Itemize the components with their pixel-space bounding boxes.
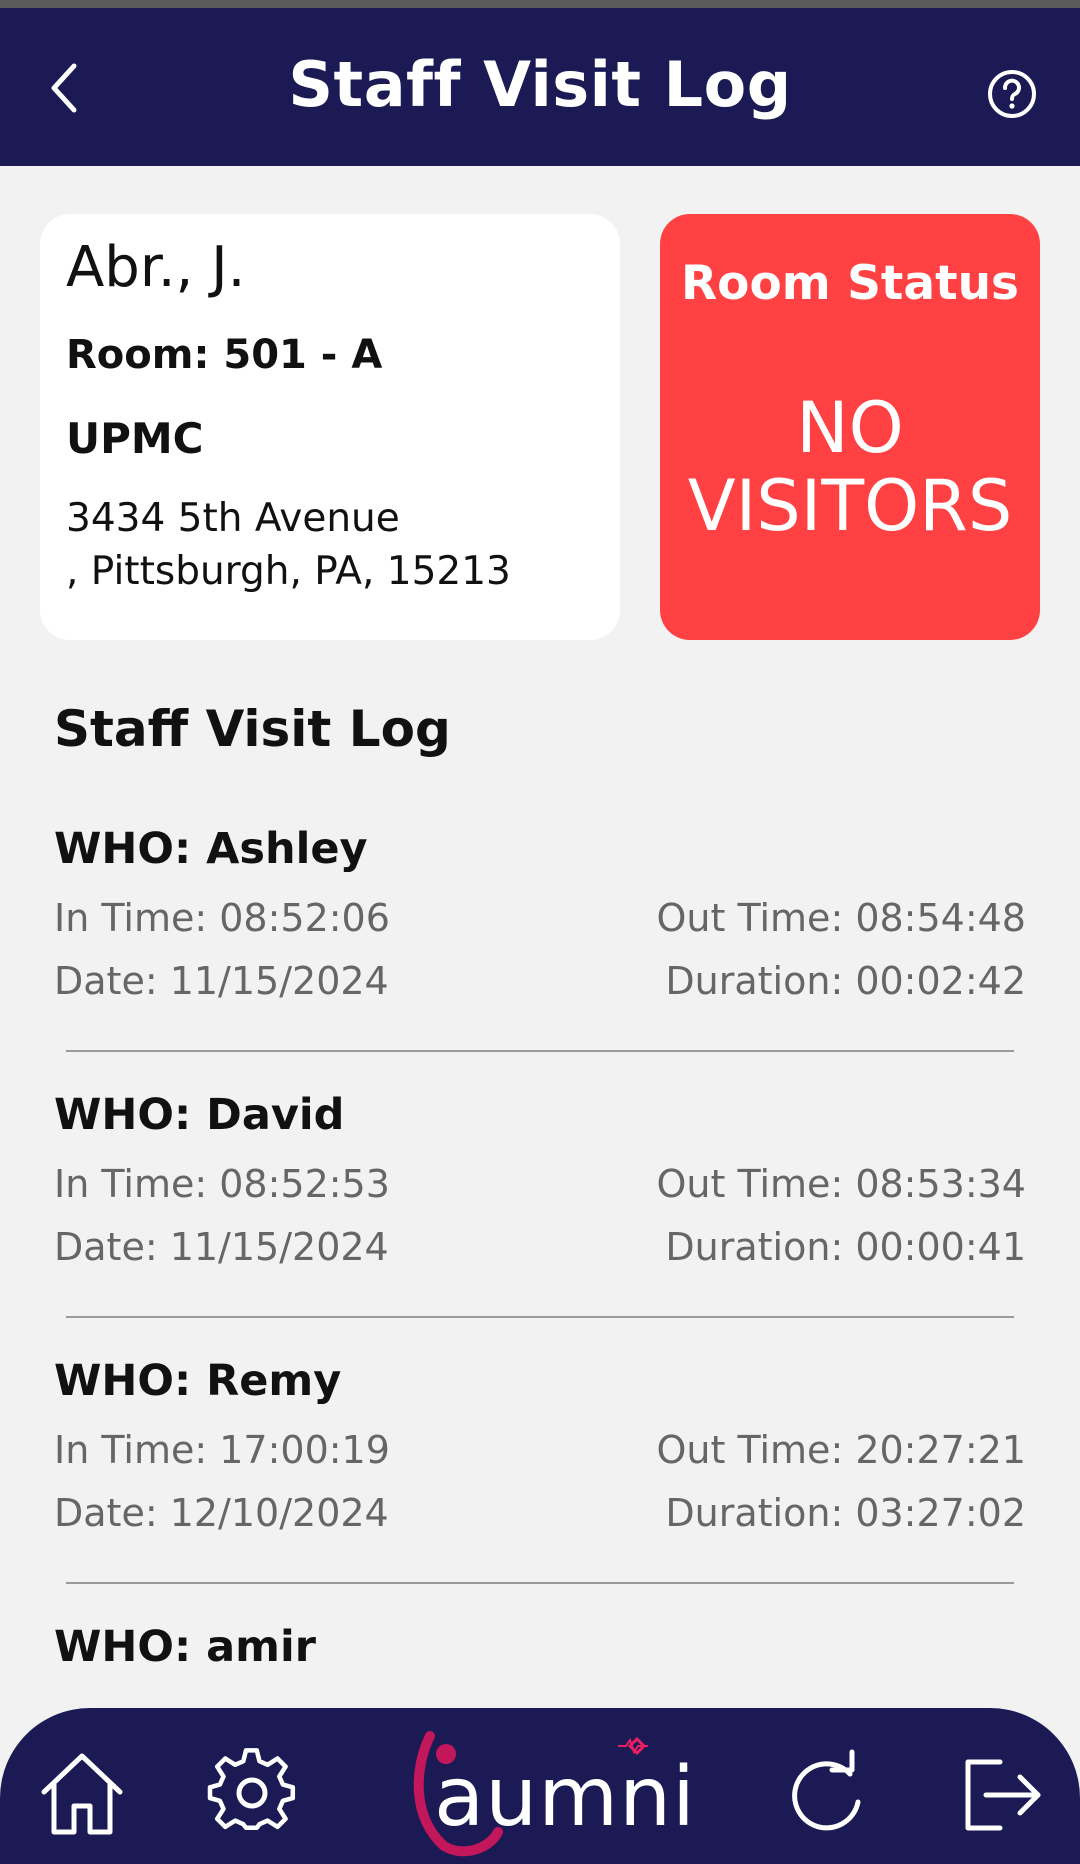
help-icon[interactable] [986,68,1038,120]
visit-who: WHO: amir [54,1622,316,1672]
visit-entry: WHO: David In Time: 08:52:53 Out Time: 0… [54,1086,1026,1352]
patient-name: Abr., J. [66,235,246,300]
visit-entry: WHO: Ashley In Time: 08:52:06 Out Time: … [54,820,1026,1086]
address-line-1: 3434 5th Avenue [66,496,400,541]
refresh-icon[interactable] [780,1748,872,1840]
aumni-logo: aumni [404,1728,695,1858]
visit-out-time: Out Time: 08:54:48 [656,896,1026,940]
visit-out-time: Out Time: 20:27:21 [656,1428,1026,1472]
visit-in-time: In Time: 17:00:19 [54,1428,390,1472]
divider [66,1316,1014,1318]
visit-date: Date: 11/15/2024 [54,1225,389,1269]
visit-in-time: In Time: 08:52:06 [54,896,390,940]
visit-who: WHO: Remy [54,1356,342,1406]
facility-name: UPMC [66,414,204,463]
logo-text: aumni [434,1750,696,1845]
divider [66,1582,1014,1584]
visit-duration: Duration: 00:02:42 [665,959,1026,1003]
visit-who: WHO: Ashley [54,824,368,874]
room-status-value-line-2: VISITORS [687,465,1013,548]
patient-room: Room: 501 - A [66,332,383,378]
bottom-navigation-bar: aumni [0,1708,1080,1864]
page-title: Staff Visit Log [288,48,792,121]
patient-info-card: Abr., J. Room: 501 - A UPMC 3434 5th Ave… [40,214,620,640]
room-status-label: Room Status [680,256,1020,311]
visit-entry: WHO: Remy In Time: 17:00:19 Out Time: 20… [54,1352,1026,1618]
section-title: Staff Visit Log [54,700,451,758]
logout-icon[interactable] [954,1748,1046,1840]
visit-duration: Duration: 00:00:41 [665,1225,1026,1269]
visit-date: Date: 11/15/2024 [54,959,389,1003]
app-header: Staff Visit Log [0,8,1080,166]
visit-out-time: Out Time: 08:53:34 [656,1162,1026,1206]
address-line-2: , Pittsburgh, PA, 15213 [66,548,511,594]
visit-date: Date: 12/10/2024 [54,1491,389,1535]
visit-who: WHO: David [54,1090,345,1140]
room-status-value-line-1: NO [796,387,904,469]
gear-icon[interactable] [206,1748,298,1840]
home-icon[interactable] [36,1748,128,1840]
visit-duration: Duration: 03:27:02 [665,1491,1026,1535]
divider [66,1050,1014,1052]
status-bar-strip [0,0,1080,8]
visit-in-time: In Time: 08:52:53 [54,1162,390,1206]
room-status-value: NO VISITORS [660,389,1040,546]
room-status-card: Room Status NO VISITORS [660,214,1040,640]
